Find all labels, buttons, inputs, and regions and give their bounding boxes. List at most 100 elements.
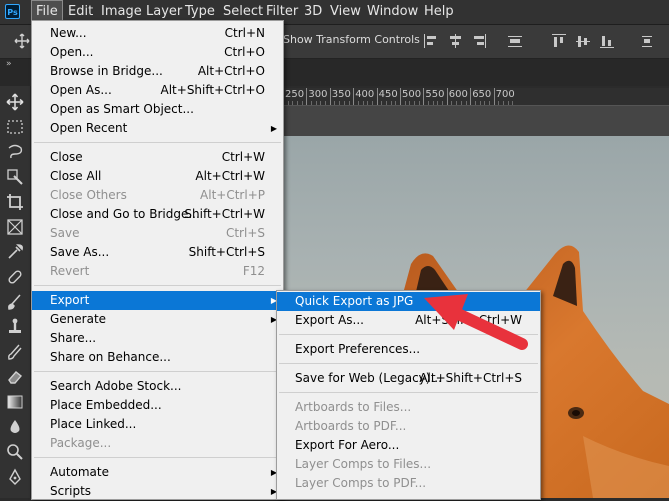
menu-item-label: Artboards to PDF... [295,419,407,433]
menu-window[interactable]: Window [363,0,422,24]
crop-tool-icon[interactable] [5,192,25,212]
eyedropper-tool-icon[interactable] [5,242,25,262]
menu-item-open-as[interactable]: Open As... Alt+Shift+Ctrl+O [32,81,283,100]
dodge-tool-icon[interactable] [5,442,25,462]
menu-item-open[interactable]: Open... Ctrl+O [32,43,283,62]
menu-item-close[interactable]: Close Ctrl+W [32,148,283,167]
brush-tool-icon[interactable] [5,292,25,312]
ruler-minor-tick [325,101,327,105]
gradient-tool-icon[interactable] [5,392,25,412]
lasso-tool-icon[interactable] [5,142,25,162]
ruler-minor-tick [502,101,504,105]
ruler-tick-label: 550 [425,89,445,100]
menu-item-shortcut: Alt+Shift+Ctrl+S [419,371,522,385]
show-transform-controls-label[interactable]: Show Transform Controls [283,33,420,46]
align-left-edges-icon[interactable] [424,34,438,48]
menu-separator [34,285,281,286]
menu-item-close-and-go-to-bridge[interactable]: Close and Go to Bridge... Shift+Ctrl+W [32,205,283,224]
ruler-minor-tick [442,101,444,105]
menu-separator [279,392,538,393]
align-top-edges-icon[interactable] [552,34,566,48]
menu-view[interactable]: View [326,0,365,24]
menu-item-label: Save [50,226,80,240]
ruler-tick [423,88,425,105]
ruler-tick-label: 700 [495,89,515,100]
menu-help[interactable]: Help [420,0,458,24]
menu-item-close-all[interactable]: Close All Alt+Ctrl+W [32,167,283,186]
clone-stamp-tool-icon[interactable] [5,317,25,337]
healing-brush-tool-icon[interactable] [5,267,25,287]
ruler-minor-tick [343,101,345,105]
menu-item-open-recent[interactable]: Open Recent ▶ [32,119,283,138]
menu-item-layer-comps-to-pdf: Layer Comps to PDF... [277,474,540,493]
ruler-tick-label: 650 [472,89,492,100]
menu-item-new[interactable]: New... Ctrl+N [32,24,283,43]
menu-item-generate[interactable]: Generate ▶ [32,310,283,329]
menu-item-label: Close and Go to Bridge... [50,207,200,221]
align-vertical-centers-icon[interactable] [576,34,590,48]
menu-item-export[interactable]: Export ▶ [32,291,283,310]
blur-tool-icon[interactable] [5,417,25,437]
menu-item-artboards-to-pdf: Artboards to PDF... [277,417,540,436]
ruler-minor-tick [451,101,453,105]
menu-item-shortcut: Ctrl+N [224,26,265,40]
distribute-icon[interactable] [508,34,522,48]
ruler-tick-label: 600 [448,89,468,100]
menu-item-shortcut: Alt+Ctrl+P [200,188,265,202]
history-brush-tool-icon[interactable] [5,342,25,362]
ruler-minor-tick [292,101,294,105]
menu-item-share-on-behance[interactable]: Share on Behance... [32,348,283,367]
menu-item-label: Share... [50,331,97,345]
ruler-tick [470,88,472,105]
ruler-tick [376,88,378,105]
menu-item-open-as-smart-object[interactable]: Open as Smart Object... [32,100,283,119]
file-menu: New... Ctrl+N Open... Ctrl+O Browse in Bridg… [31,20,284,500]
menu-item-shortcut: Alt+Ctrl+W [195,169,265,183]
menu-item-browse-in-bridge[interactable]: Browse in Bridge... Alt+Ctrl+O [32,62,283,81]
menu-item-label: Quick Export as JPG [295,294,414,308]
collapse-panels-icon[interactable]: » [6,59,12,69]
ruler-tick-label: 450 [378,89,398,100]
align-bottom-edges-icon[interactable] [600,34,614,48]
ruler-minor-tick [428,101,430,105]
ruler-minor-tick [488,101,490,105]
align-right-edges-icon[interactable] [472,34,486,48]
frame-tool-icon[interactable] [5,217,25,237]
tools-panel [0,86,31,498]
menu-item-scripts[interactable]: Scripts ▶ [32,482,283,501]
menu-item-shortcut: Alt+Shift+Ctrl+O [160,83,265,97]
quick-selection-tool-icon[interactable] [5,167,25,187]
ruler-tick [306,88,308,105]
menu-item-artboards-to-files: Artboards to Files... [277,398,540,417]
align-horizontal-centers-icon[interactable] [448,34,462,48]
menu-3d[interactable]: 3D [300,0,326,24]
menu-item-place-linked[interactable]: Place Linked... [32,415,283,434]
menu-item-save-for-web-legacy[interactable]: Save for Web (Legacy)... Alt+Shift+Ctrl+S [277,369,540,388]
menu-item-place-embedded[interactable]: Place Embedded... [32,396,283,415]
horizontal-ruler[interactable]: 250 300 350 400 450 500 550 600 650 700 [283,88,669,106]
menu-item-label: Package... [50,436,112,450]
menu-item-label: Close All [50,169,102,183]
menu-item-save-as[interactable]: Save As... Shift+Ctrl+S [32,243,283,262]
menu-item-shortcut: Shift+Ctrl+W [184,207,265,221]
ruler-minor-tick [287,101,289,105]
menu-item-share[interactable]: Share... [32,329,283,348]
move-tool-preset-icon[interactable] [14,33,30,49]
marquee-tool-icon[interactable] [5,117,25,137]
align-extra-icon[interactable] [640,34,654,48]
menu-item-label: Share on Behance... [50,350,171,364]
ruler-minor-tick [465,101,467,105]
photoshop-logo-icon[interactable]: Ps [5,4,20,19]
menu-item-automate[interactable]: Automate ▶ [32,463,283,482]
pen-tool-icon[interactable] [5,467,25,487]
ruler-minor-tick [498,101,500,105]
ruler-tick [329,88,331,105]
menu-item-search-adobe-stock[interactable]: Search Adobe Stock... [32,377,283,396]
menu-item-export-for-aero[interactable]: Export For Aero... [277,436,540,455]
ruler-tick-label: 400 [355,89,375,100]
menu-item-label: Revert [50,264,90,278]
ruler-tick [493,88,495,105]
move-tool-icon[interactable] [5,92,25,112]
menu-item-label: Open Recent [50,121,128,135]
eraser-tool-icon[interactable] [5,367,25,387]
